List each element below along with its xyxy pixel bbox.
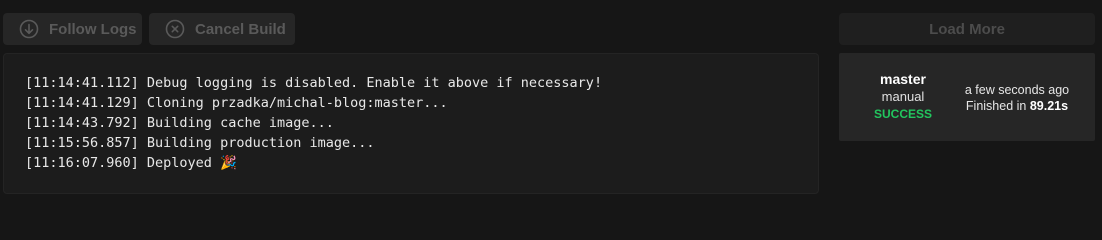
branch-name: master [880,71,926,87]
finished-prefix: Finished in [965,99,1030,113]
log-line: [11:16:07.960] Deployed 🎉 [25,155,237,171]
follow-logs-button[interactable]: Follow Logs [3,13,142,45]
log-line: [11:14:41.129] Cloning przadka/michal-bl… [25,95,448,111]
build-timing: a few seconds ago Finished in 89.21s [951,82,1083,114]
build-trigger: manual [881,89,925,104]
build-history-item[interactable]: master manual SUCCESS a few seconds ago … [839,53,1095,141]
x-circle-icon [165,19,185,39]
build-relative-time: a few seconds ago [964,83,1070,97]
log-line: [11:14:43.792] Building cache image... [25,115,334,131]
build-info: master manual SUCCESS [863,71,943,123]
load-more-button[interactable]: Load More [839,13,1095,45]
follow-logs-label: Follow Logs [49,20,137,38]
log-line: [11:15:56.857] Building production image… [25,135,375,151]
build-duration-line: Finished in 89.21s [951,98,1083,114]
cancel-build-label: Cancel Build [195,20,286,38]
cancel-build-button[interactable]: Cancel Build [149,13,295,45]
build-duration: 89.21s [1029,99,1069,113]
build-log-panel: [11:14:41.112] Debug logging is disabled… [3,53,819,194]
arrow-down-circle-icon [19,19,39,39]
log-line: [11:14:41.112] Debug logging is disabled… [25,75,603,91]
status-badge: SUCCESS [873,107,932,121]
